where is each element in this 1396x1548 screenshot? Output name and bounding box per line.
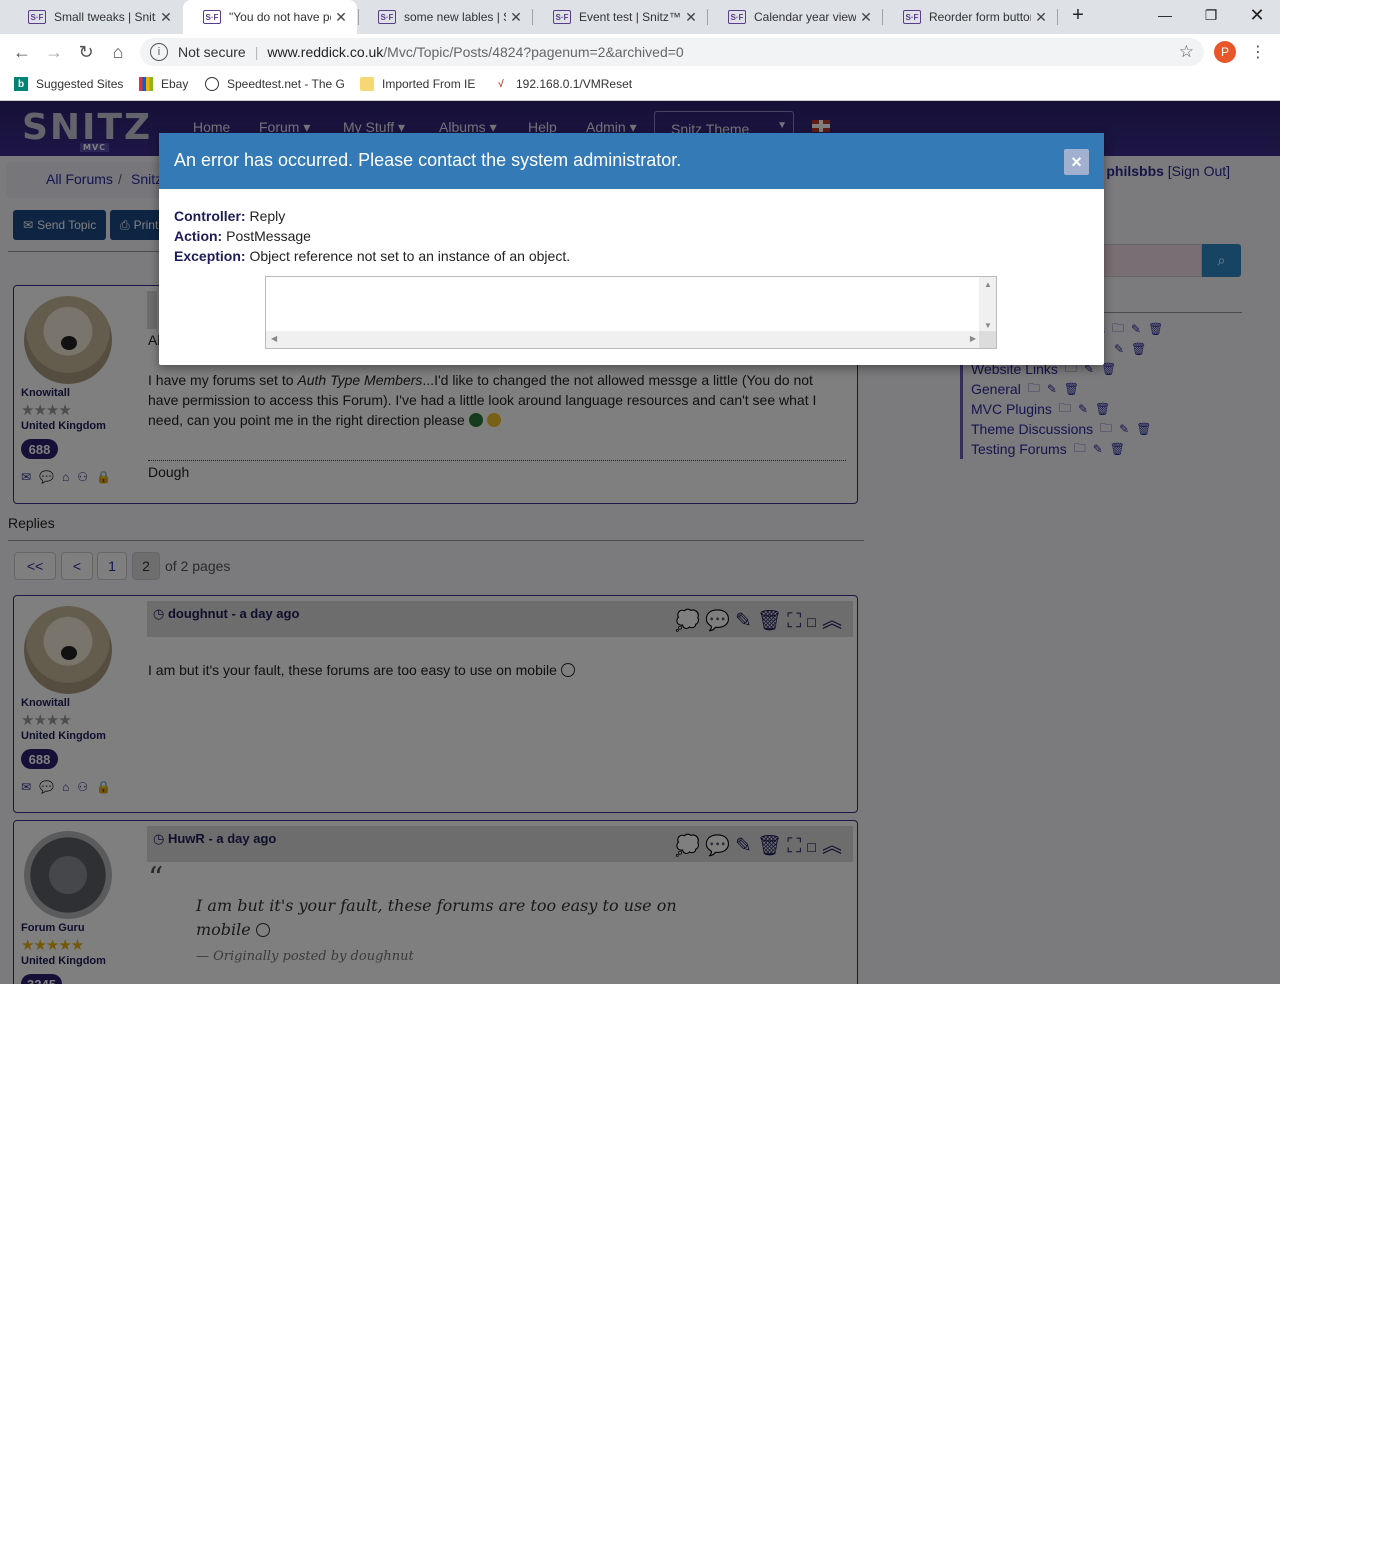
browser-tab[interactable]: S·F some new lables | Snitz™ ✕ <box>358 0 532 34</box>
browser-tab[interactable]: S·F Reorder form buttons | Snitz ✕ <box>883 0 1057 34</box>
reload-icon[interactable]: ↻ <box>74 40 98 64</box>
new-tab-button[interactable]: + <box>1063 0 1093 30</box>
snitz-favicon-icon: S·F <box>903 10 921 24</box>
tab-title: Reorder form buttons | Snitz <box>929 10 1031 24</box>
bookmarks-bar: b Suggested Sites Ebay Speedtest.net - T… <box>0 70 1280 101</box>
bookmark-vmreset[interactable]: √ 192.168.0.1/VMReset <box>494 77 632 91</box>
bookmark-speedtest[interactable]: Speedtest.net - The G <box>205 77 345 91</box>
info-icon[interactable]: i <box>150 43 168 61</box>
tab-title: Small tweaks | Snitz™ Forums <box>54 10 156 24</box>
snitz-favicon-icon: S·F <box>378 10 396 24</box>
profile-avatar[interactable]: P <box>1214 41 1236 63</box>
bookmark-label: Speedtest.net - The G <box>227 77 345 91</box>
exception-label: Exception: <box>174 248 246 264</box>
horizontal-scrollbar[interactable]: ◀ ▶ <box>266 331 981 348</box>
error-dialog: An error has occurred. Please contact th… <box>159 133 1104 365</box>
bookmark-label: 192.168.0.1/VMReset <box>516 77 633 91</box>
close-window-icon[interactable]: ✕ <box>1234 0 1280 30</box>
snitz-favicon-icon: S·F <box>728 10 746 24</box>
tab-title: some new lables | Snitz™ <box>404 10 506 24</box>
snitz-favicon-icon: S·F <box>203 10 221 24</box>
vertical-scrollbar[interactable]: ▲ ▼ <box>979 277 996 333</box>
action-label: Action: <box>174 228 223 244</box>
tab-title: "You do not have permission" <box>229 10 331 24</box>
close-tab-icon[interactable]: ✕ <box>856 9 876 26</box>
restore-window-icon[interactable]: ❐ <box>1188 0 1234 30</box>
bookmark-folder-imported[interactable]: Imported From IE <box>360 77 475 91</box>
tab-divider <box>1057 9 1058 25</box>
speedometer-icon <box>205 77 219 91</box>
exception-value: Object reference not set to an instance … <box>249 248 571 264</box>
url-path: /Mvc/Topic/Posts/4824?pagenum=2&archived… <box>383 44 684 60</box>
exception-row: Exception: Object reference not set to a… <box>174 248 570 264</box>
bookmark-suggested-sites[interactable]: b Suggested Sites <box>14 77 123 91</box>
security-label: Not secure <box>178 44 246 60</box>
bookmark-label: Ebay <box>161 77 189 91</box>
router-icon: √ <box>498 78 504 90</box>
bookmark-ebay[interactable]: Ebay <box>139 77 188 91</box>
address-bar[interactable]: i Not secure | www.reddick.co.uk/Mvc/Top… <box>140 38 1204 66</box>
scrollbar-corner <box>979 331 996 348</box>
close-tab-icon[interactable]: ✕ <box>331 9 351 26</box>
browser-tab[interactable]: S·F Event test | Snitz™ MVC ✕ <box>533 0 707 34</box>
controller-value: Reply <box>249 208 286 224</box>
scroll-right-icon[interactable]: ▶ <box>970 334 976 343</box>
close-button[interactable]: × <box>1064 149 1089 175</box>
bookmark-label: Imported From IE <box>382 77 476 91</box>
error-details-textarea[interactable]: ▲ ▼ ◀ ▶ <box>265 276 997 349</box>
dialog-title: An error has occurred. Please contact th… <box>174 150 682 170</box>
controller-row: Controller: Reply <box>174 208 285 224</box>
controller-label: Controller: <box>174 208 246 224</box>
action-row: Action: PostMessage <box>174 228 311 244</box>
browser-tab[interactable]: S·F Small tweaks | Snitz™ Forums ✕ <box>8 0 182 34</box>
bing-icon: b <box>14 77 28 91</box>
snitz-favicon-icon: S·F <box>553 10 571 24</box>
bookmark-label: Suggested Sites <box>36 77 124 91</box>
menu-kebab-icon[interactable]: ⋮ <box>1246 40 1270 64</box>
minimize-window-icon[interactable]: — <box>1142 0 1188 30</box>
folder-icon <box>360 77 374 91</box>
scroll-down-icon[interactable]: ▼ <box>984 321 992 330</box>
ebay-icon <box>139 77 153 91</box>
browser-tab[interactable]: S·F Calendar year view | Snitz™ ✕ <box>708 0 882 34</box>
back-arrow-icon[interactable]: ← <box>10 40 34 64</box>
close-tab-icon[interactable]: ✕ <box>506 9 526 26</box>
action-value: PostMessage <box>226 228 311 244</box>
scroll-left-icon[interactable]: ◀ <box>271 334 277 343</box>
browser-tab-active[interactable]: S·F "You do not have permission" ✕ <box>183 0 357 34</box>
browser-toolbar: ← → ↻ ⌂ i Not secure | www.reddick.co.uk… <box>0 34 1280 70</box>
dialog-header: An error has occurred. Please contact th… <box>159 133 1104 189</box>
url-host: www.reddick.co.uk <box>267 44 384 60</box>
forward-arrow-icon[interactable]: → <box>42 40 66 64</box>
scroll-up-icon[interactable]: ▲ <box>984 280 992 289</box>
close-tab-icon[interactable]: ✕ <box>156 9 176 26</box>
bookmark-star-icon[interactable]: ☆ <box>1179 42 1194 62</box>
tab-title: Event test | Snitz™ MVC <box>579 10 681 24</box>
tab-title: Calendar year view | Snitz™ <box>754 10 856 24</box>
close-tab-icon[interactable]: ✕ <box>1031 9 1051 26</box>
close-tab-icon[interactable]: ✕ <box>681 9 701 26</box>
browser-tab-strip: S·F Small tweaks | Snitz™ Forums ✕ S·F "… <box>0 0 1280 34</box>
snitz-favicon-icon: S·F <box>28 10 46 24</box>
home-icon[interactable]: ⌂ <box>106 40 130 64</box>
omnibox-divider: | <box>254 44 259 60</box>
